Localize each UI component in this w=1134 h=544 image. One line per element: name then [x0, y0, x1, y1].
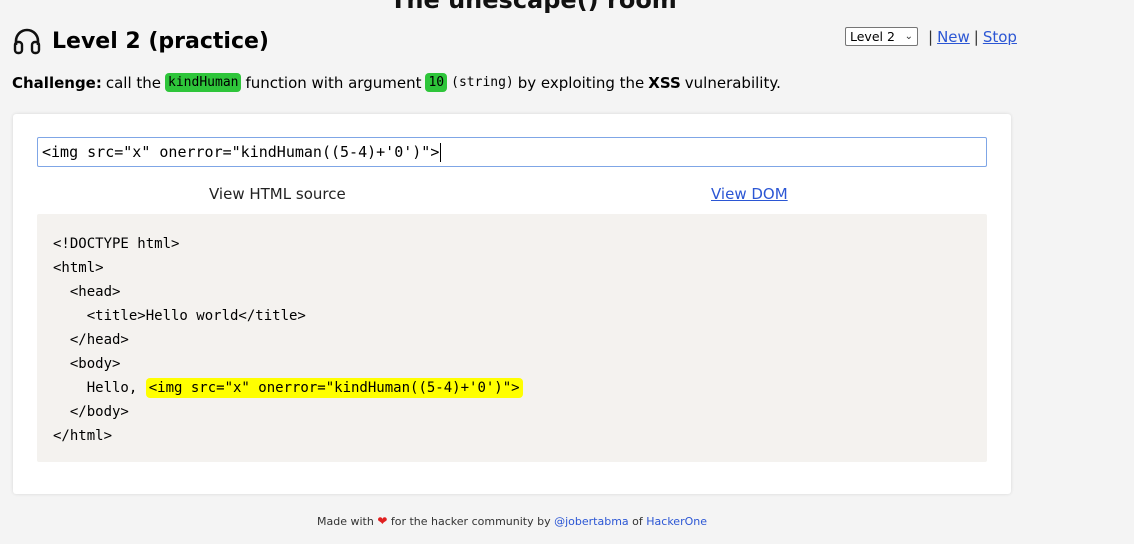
challenge-text-4: vulnerability. [684, 73, 781, 92]
heart-icon: ❤ [377, 514, 388, 528]
code-line: </body> [53, 404, 129, 420]
code-line-injected: Hello, <img src="x" onerror="kindHuman((… [53, 376, 987, 400]
payload-input-value: <img src="x" onerror="kindHuman((5-4)+'0… [42, 143, 440, 161]
level-title: Level 2 (practice) [52, 28, 269, 54]
argument-chip: 10 [425, 73, 448, 92]
html-source-view: <!DOCTYPE html> <html> <head> <title>Hel… [37, 214, 987, 462]
code-line: </html> [53, 428, 113, 444]
challenge-text-1: call the [105, 73, 162, 92]
injected-payload-highlight: <img src="x" onerror="kindHuman((5-4)+'0… [145, 378, 523, 398]
code-line: <body> [53, 356, 121, 372]
code-line: <!DOCTYPE html> [53, 236, 180, 252]
author-link[interactable]: @jobertabma [554, 515, 629, 528]
challenge-label: Challenge: [12, 73, 102, 92]
new-link[interactable]: New [937, 28, 970, 46]
footer: Made with ❤ for the hacker community by … [0, 514, 1024, 528]
function-name-chip: kindHuman [165, 73, 242, 92]
argument-type: (string) [451, 75, 514, 90]
challenge-text-3: by exploiting the [517, 73, 645, 92]
page-title: The unescape() room [390, 0, 677, 14]
level-header: Level 2 (practice) [12, 26, 269, 56]
footer-made-with: Made with [316, 515, 374, 528]
view-html-source-tab[interactable]: View HTML source [209, 185, 346, 203]
separator: | [928, 27, 934, 46]
code-line: <head> [53, 284, 121, 300]
text-caret [440, 142, 442, 162]
view-dom-link[interactable]: View DOM [711, 185, 788, 203]
challenge-text-2: function with argument [245, 73, 422, 92]
chevron-down-icon: ⌄ [904, 31, 913, 42]
stop-link[interactable]: Stop [983, 28, 1017, 46]
code-line: <title>Hello world</title> [53, 308, 306, 324]
code-line: <html> [53, 260, 104, 276]
body-prefix: Hello, [53, 380, 146, 396]
code-line: </head> [53, 332, 129, 348]
challenge-text: Challenge: call the kindHuman function w… [12, 73, 781, 92]
hackerone-link[interactable]: HackerOne [646, 515, 707, 528]
footer-for-text: for the hacker community by [390, 515, 551, 528]
separator: | [973, 27, 979, 46]
headphones-icon [13, 28, 41, 55]
exercise-card: <img src="x" onerror="kindHuman((5-4)+'0… [13, 114, 1011, 494]
footer-of: of [632, 515, 643, 528]
payload-input[interactable]: <img src="x" onerror="kindHuman((5-4)+'0… [37, 137, 987, 167]
level-controls: Level 2 ⌄ | New | Stop [845, 27, 1017, 46]
level-select-value: Level 2 [850, 29, 895, 44]
level-select[interactable]: Level 2 ⌄ [845, 27, 918, 46]
vulnerability-name: XSS [648, 73, 681, 92]
